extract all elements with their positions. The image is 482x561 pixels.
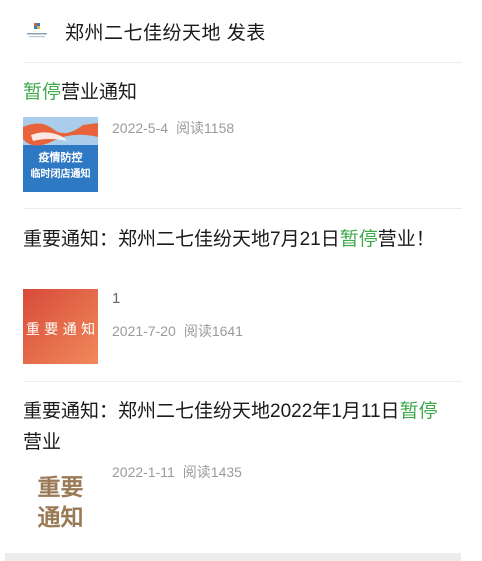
read-count: 阅读1435 bbox=[182, 464, 242, 480]
title-text: 营业通知 bbox=[61, 82, 138, 103]
bottom-divider bbox=[5, 553, 461, 561]
article-extra: 1 bbox=[112, 290, 121, 307]
account-title[interactable]: 郑州二七佳纷天地 发表 bbox=[65, 18, 266, 45]
title-text: 营业 bbox=[23, 432, 62, 453]
divider bbox=[23, 62, 462, 63]
thumb-text-2: 通知 bbox=[38, 504, 84, 531]
thumb-text-1: 重 要 通 知 bbox=[26, 321, 95, 338]
title-text: 营业！ bbox=[377, 229, 435, 250]
article-title[interactable]: 暂停营业通知 bbox=[23, 77, 453, 108]
divider bbox=[23, 381, 462, 382]
article-date: 2022-5-4 bbox=[112, 120, 169, 136]
notice-thumbnail-image: 重要 通知 bbox=[23, 461, 98, 536]
title-highlight: 暂停 bbox=[399, 401, 438, 422]
article-meta: 2022-5-4 阅读1158 bbox=[112, 118, 234, 138]
thumb-text-2: 临时闭店通知 bbox=[31, 167, 91, 180]
article-title[interactable]: 重要通知：郑州二七佳纷天地7月21日暂停营业！ bbox=[23, 224, 453, 255]
read-count: 阅读1641 bbox=[183, 323, 243, 339]
article-title[interactable]: 重要通知：郑州二七佳纷天地2022年1月11日暂停营业 bbox=[23, 396, 453, 458]
epidemic-thumbnail-image: 疫情防控 临时闭店通知 bbox=[23, 117, 98, 192]
article-meta: 2021-7-20 阅读1641 bbox=[112, 321, 243, 341]
thumb-text-1: 疫情防控 bbox=[39, 150, 83, 164]
title-highlight: 暂停 bbox=[339, 229, 378, 250]
thumb-text-1: 重要 bbox=[38, 474, 84, 501]
divider bbox=[23, 208, 462, 209]
article-meta: 2022-1-11 阅读1435 bbox=[112, 462, 242, 482]
mall-logo-icon[interactable] bbox=[25, 22, 49, 40]
article-thumbnail[interactable]: 疫情防控 临时闭店通知 bbox=[23, 117, 98, 192]
article-thumbnail[interactable]: 重要 通知 bbox=[23, 461, 98, 536]
title-text: 重要通知：郑州二七佳纷天地7月21日 bbox=[23, 229, 340, 250]
read-count: 阅读1158 bbox=[176, 120, 235, 136]
article-date: 2021-7-20 bbox=[112, 323, 176, 339]
notice-thumbnail-image: 重 要 通 知 bbox=[23, 289, 98, 364]
article-date: 2022-1-11 bbox=[112, 464, 175, 480]
account-header: 郑州二七佳纷天地 发表 bbox=[0, 0, 482, 62]
title-highlight: 暂停 bbox=[23, 82, 62, 103]
article-thumbnail[interactable]: 重 要 通 知 bbox=[23, 289, 98, 364]
title-text: 重要通知：郑州二七佳纷天地2022年1月11日 bbox=[23, 401, 400, 422]
